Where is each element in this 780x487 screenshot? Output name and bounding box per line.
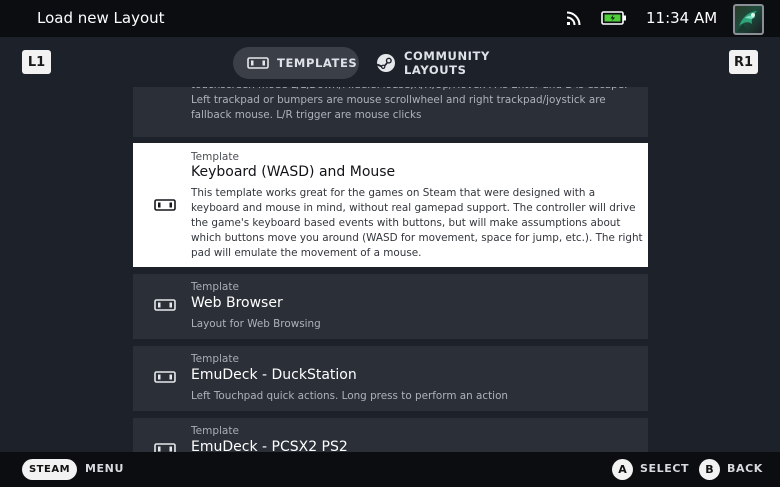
r1-button[interactable]: R1 <box>729 50 758 74</box>
battery-icon <box>601 11 626 25</box>
layout-description: This template works great for the games … <box>191 187 643 259</box>
steam-button[interactable]: STEAM <box>22 459 77 480</box>
layout-card[interactable]: Template EmuDeck - PCSX2 PS2 <box>133 418 648 452</box>
tab-templates-label: TEMPLATES <box>277 56 358 70</box>
steam-icon <box>376 54 395 72</box>
layout-card-selected[interactable]: Template Keyboard (WASD) and Mouse This … <box>133 143 648 267</box>
layout-type: Template <box>191 281 239 293</box>
layout-description: Layout for Web Browsing <box>191 318 321 330</box>
layout-name: Web Browser <box>191 295 283 311</box>
a-button[interactable]: A <box>612 459 633 480</box>
b-button[interactable]: B <box>699 459 720 480</box>
window-title: Load new Layout <box>37 9 165 27</box>
tab-templates[interactable]: TEMPLATES <box>233 47 359 79</box>
user-avatar[interactable] <box>733 4 764 35</box>
footer-bar: STEAM MENU A SELECT B BACK <box>0 452 780 487</box>
controller-icon <box>247 57 269 69</box>
back-label: BACK <box>727 462 763 475</box>
tab-header: L1 TEMPLATES COMMUNITY LAYOUTS R1 <box>0 37 780 87</box>
layout-name: EmuDeck - PCSX2 PS2 <box>191 439 348 452</box>
layout-card[interactable]: Template Web Browser Layout for Web Brow… <box>133 274 648 339</box>
tab-community-layouts[interactable]: COMMUNITY LAYOUTS <box>372 47 542 79</box>
layout-description: touchscreen mode L/L,Down/MiddleMouse,R/… <box>191 87 627 121</box>
layout-name: EmuDeck - DuckStation <box>191 367 357 383</box>
controller-icon <box>154 443 176 452</box>
wifi-icon <box>566 11 581 26</box>
menu-label: MENU <box>85 462 124 475</box>
l1-button[interactable]: L1 <box>22 50 51 74</box>
select-label: SELECT <box>640 462 690 475</box>
layout-list: touchscreen mode L/L,Down/MiddleMouse,R/… <box>0 87 780 452</box>
controller-icon <box>154 199 176 211</box>
avatar-image <box>737 11 757 32</box>
layout-type: Template <box>191 151 239 163</box>
clock: 11:34 AM <box>646 9 718 27</box>
layout-name: Keyboard (WASD) and Mouse <box>191 164 396 180</box>
controller-icon <box>154 299 176 311</box>
layout-card[interactable]: touchscreen mode L/L,Down/MiddleMouse,R/… <box>133 87 648 137</box>
layout-card[interactable]: Template EmuDeck - DuckStation Left Touc… <box>133 346 648 411</box>
layout-description: Left Touchpad quick actions. Long press … <box>191 390 509 402</box>
tab-community-label: COMMUNITY LAYOUTS <box>404 49 490 77</box>
layout-type: Template <box>191 353 239 365</box>
layout-type: Template <box>191 425 239 437</box>
controller-icon <box>154 371 176 383</box>
status-bar: Load new Layout 11:34 AM <box>0 0 780 37</box>
